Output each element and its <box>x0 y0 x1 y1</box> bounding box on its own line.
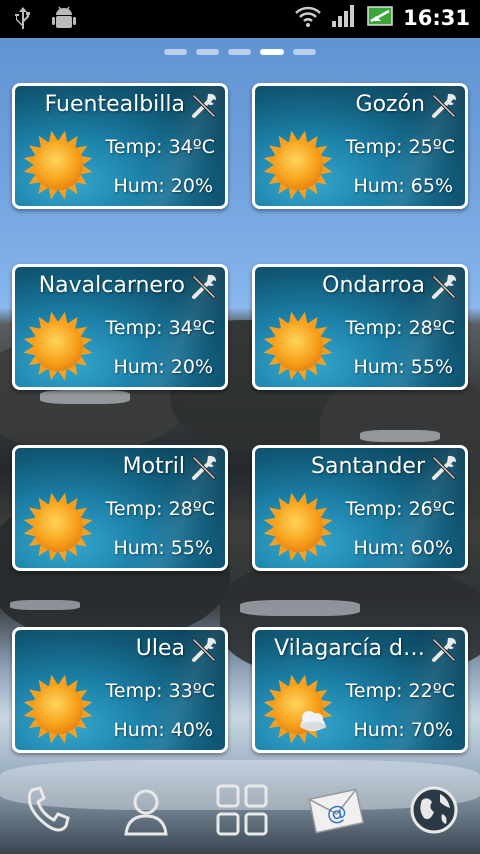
weather-widget[interactable]: Ulea Temp: 33ºC Hum: 40% <box>12 627 228 753</box>
widget-city-name: Ondarroa <box>322 273 425 298</box>
usb-icon <box>14 6 32 36</box>
widget-humidity: Hum: 55% <box>353 356 453 378</box>
sun-icon <box>261 309 335 383</box>
weather-widget[interactable]: Ondarroa Temp: 28ºC Hum: 55% <box>252 264 468 390</box>
widget-humidity: Hum: 40% <box>113 719 213 741</box>
dock: @ <box>0 770 480 854</box>
settings-tools-icon[interactable] <box>189 453 219 483</box>
widget-city-name: Navalcarnero <box>38 273 185 298</box>
weather-widget[interactable]: Fuentealbilla Temp: 34ºC Hum: 20% <box>12 83 228 209</box>
widget-temperature: Temp: 28ºC <box>345 317 455 339</box>
email-icon[interactable]: @ <box>308 782 365 838</box>
android-debug-icon <box>52 6 76 36</box>
widget-temperature: Temp: 26ºC <box>345 498 455 520</box>
page-dot <box>228 49 251 55</box>
widget-temperature: Temp: 22ºC <box>345 680 455 702</box>
widget-city-name: Ulea <box>135 636 185 661</box>
settings-tools-icon[interactable] <box>189 635 219 665</box>
widget-humidity: Hum: 60% <box>353 537 453 559</box>
sun-icon <box>21 490 95 564</box>
phone-icon[interactable] <box>20 782 76 838</box>
sun-icon <box>21 672 95 746</box>
weather-widget[interactable]: Gozón Temp: 25ºC Hum: 65% <box>252 83 468 209</box>
page-dot <box>196 49 219 55</box>
battery-charging-icon <box>367 5 393 31</box>
page-dot-active <box>260 49 284 55</box>
page-dot <box>164 49 187 55</box>
widget-humidity: Hum: 65% <box>353 175 453 197</box>
wifi-icon <box>295 4 322 32</box>
widget-temperature: Temp: 34ºC <box>105 136 215 158</box>
weather-widget[interactable]: Santander Temp: 26ºC Hum: 60% <box>252 445 468 571</box>
sun-icon <box>261 128 335 202</box>
widget-city-name: Santander <box>311 454 425 479</box>
clock: 16:31 <box>403 6 470 30</box>
widget-city-name: Fuentealbilla <box>44 92 185 117</box>
app-drawer-icon[interactable] <box>214 782 270 838</box>
weather-widget[interactable]: Vilagarcía d… Temp: 22ºC Hum: 70% <box>252 627 468 753</box>
page-indicator <box>0 49 480 55</box>
page-dot <box>293 49 316 55</box>
signal-icon <box>331 4 357 32</box>
settings-tools-icon[interactable] <box>189 272 219 302</box>
sun-icon <box>261 490 335 564</box>
widget-city-name: Motril <box>122 454 185 479</box>
status-bar: 16:31 <box>0 0 480 38</box>
widget-temperature: Temp: 33ºC <box>105 680 215 702</box>
widget-humidity: Hum: 20% <box>113 356 213 378</box>
partly-cloudy-icon <box>261 672 335 746</box>
settings-tools-icon[interactable] <box>189 91 219 121</box>
widget-city-name: Gozón <box>355 92 425 117</box>
settings-tools-icon[interactable] <box>429 635 459 665</box>
widget-city-name: Vilagarcía d… <box>274 636 425 661</box>
weather-widget[interactable]: Motril Temp: 28ºC Hum: 55% <box>12 445 228 571</box>
weather-widget[interactable]: Navalcarnero Temp: 34ºC Hum: 20% <box>12 264 228 390</box>
contacts-icon[interactable] <box>118 782 174 838</box>
widget-humidity: Hum: 20% <box>113 175 213 197</box>
widget-temperature: Temp: 28ºC <box>105 498 215 520</box>
widget-temperature: Temp: 25ºC <box>345 136 455 158</box>
browser-icon[interactable] <box>406 782 462 838</box>
settings-tools-icon[interactable] <box>429 272 459 302</box>
widget-humidity: Hum: 55% <box>113 537 213 559</box>
settings-tools-icon[interactable] <box>429 453 459 483</box>
widget-temperature: Temp: 34ºC <box>105 317 215 339</box>
settings-tools-icon[interactable] <box>429 91 459 121</box>
widget-humidity: Hum: 70% <box>353 719 453 741</box>
sun-icon <box>21 128 95 202</box>
sun-icon <box>21 309 95 383</box>
